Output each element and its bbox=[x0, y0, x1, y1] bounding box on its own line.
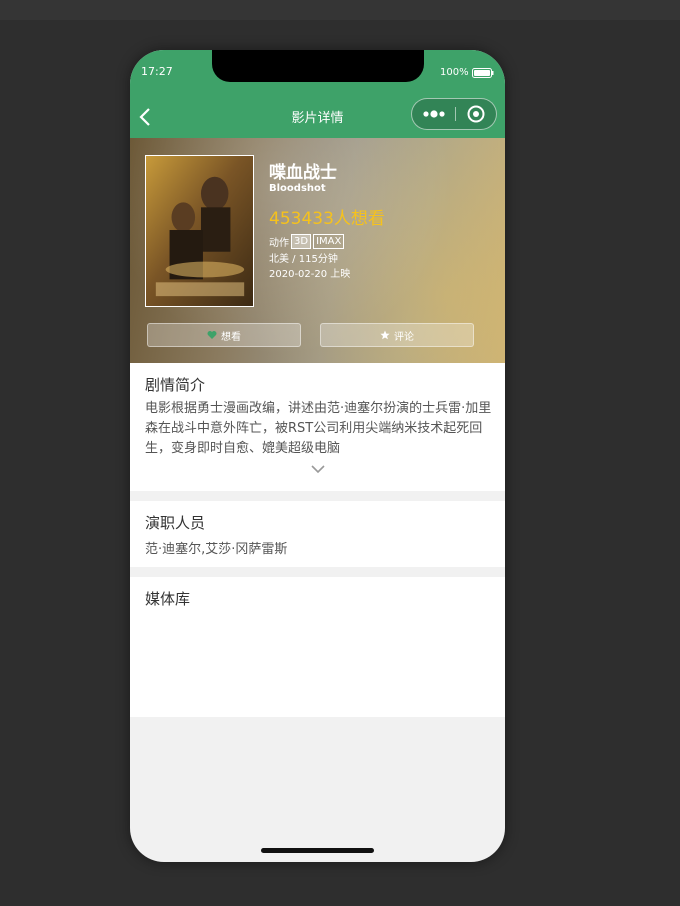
mini-program-capsule bbox=[411, 98, 497, 130]
more-dots-icon[interactable] bbox=[422, 107, 446, 121]
comment-button[interactable]: 评论 bbox=[320, 323, 474, 347]
home-indicator bbox=[261, 848, 374, 853]
genre-line: 动作 3D IMAX bbox=[269, 234, 345, 249]
browser-top-bar bbox=[0, 0, 680, 20]
region-duration: 北美 / 115分钟 bbox=[269, 254, 338, 265]
chevron-down-icon[interactable] bbox=[311, 464, 325, 474]
battery-icon bbox=[472, 68, 494, 78]
target-close-icon[interactable] bbox=[466, 104, 486, 124]
cast-text: 范·迪塞尔,艾莎·冈萨雷斯 bbox=[145, 542, 288, 557]
synopsis-text: 电影根据勇士漫画改编，讲述由范·迪塞尔扮演的士兵雷·加里森在战斗中意外阵亡，被R… bbox=[145, 401, 492, 456]
status-time: 17:27 bbox=[141, 65, 173, 78]
star-icon bbox=[380, 330, 390, 340]
movie-banner: 喋血战士 Bloodshot 453433人想看 动作 3D IMAX 北美 /… bbox=[130, 138, 505, 363]
heart-icon bbox=[207, 331, 217, 339]
genre-text: 动作 bbox=[269, 238, 289, 249]
synopsis-title: 剧情简介 bbox=[145, 376, 206, 394]
phone-notch bbox=[212, 50, 424, 82]
movie-english-title: Bloodshot bbox=[269, 183, 326, 194]
synopsis-section: 剧情简介 电影根据勇士漫画改编，讲述由范·迪塞尔扮演的士兵雷·加里森在战斗中意外… bbox=[130, 363, 505, 491]
media-section: 媒体库 bbox=[130, 577, 505, 717]
movie-title: 喋血战士 bbox=[269, 163, 337, 183]
format-tag-imax: IMAX bbox=[313, 234, 345, 249]
cast-section: 演职人员 范·迪塞尔,艾莎·冈萨雷斯 bbox=[130, 501, 505, 567]
want-count: 453433人想看 bbox=[269, 209, 385, 229]
media-title: 媒体库 bbox=[145, 590, 191, 608]
battery-percent: 100% bbox=[440, 67, 469, 78]
movie-poster[interactable] bbox=[145, 155, 254, 307]
capsule-divider bbox=[455, 107, 456, 121]
format-tag-3d: 3D bbox=[291, 234, 312, 249]
want-button[interactable]: 想看 bbox=[147, 323, 301, 347]
cast-title: 演职人员 bbox=[145, 514, 206, 532]
release-date: 2020-02-20 上映 bbox=[269, 269, 351, 280]
want-button-label: 想看 bbox=[221, 331, 241, 343]
comment-button-label: 评论 bbox=[394, 331, 414, 343]
phone-frame: 17:27 100% 影片详情 喋血战士 Bloodshot 453433人想看… bbox=[130, 50, 505, 862]
